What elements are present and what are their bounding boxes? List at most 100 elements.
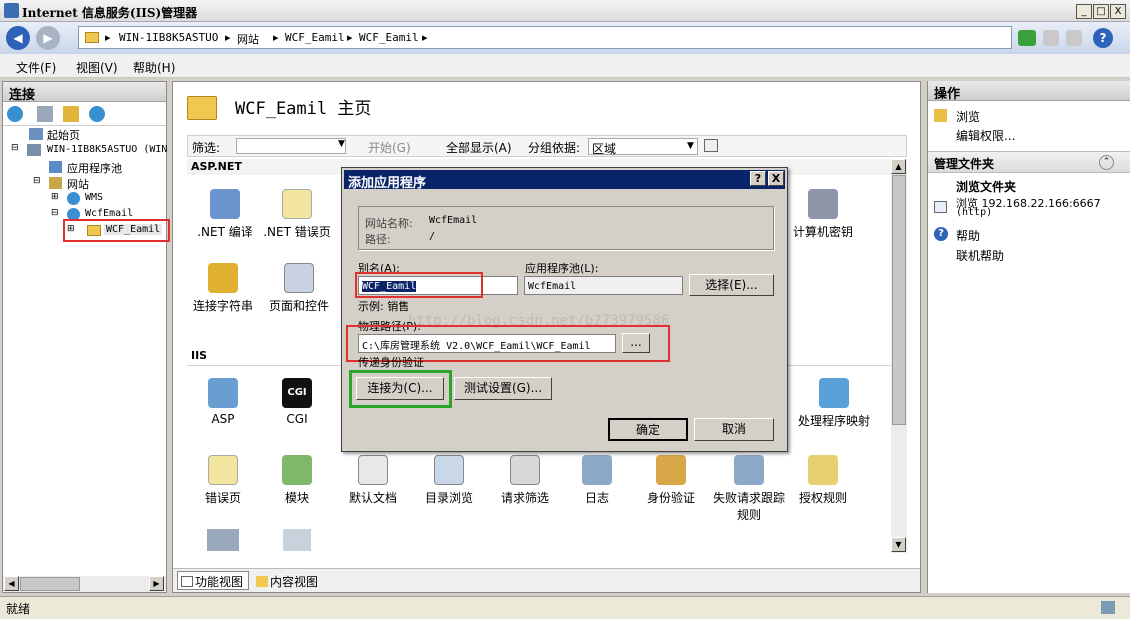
filter-dropdown-arrow[interactable]: ▼	[338, 139, 345, 149]
back-button[interactable]: ◀	[6, 26, 30, 50]
browse-protocol: (http)	[956, 207, 993, 218]
menu-file[interactable]: 文件(F)	[16, 59, 56, 76]
tile-error-pages[interactable]: 错误页	[187, 455, 259, 506]
tile-pages-controls[interactable]: 页面和控件	[263, 263, 335, 314]
tile-machine-key[interactable]: 计算机密钥	[787, 189, 859, 240]
browse-icon	[434, 455, 464, 485]
path-value: /	[429, 231, 436, 242]
forward-button[interactable]: ▶	[36, 26, 60, 50]
tile-logging[interactable]: 日志	[561, 455, 633, 506]
tab-features-view[interactable]: 功能视图	[177, 571, 249, 590]
disconnect-icon[interactable]	[89, 106, 105, 122]
group-label: 分组依据:	[528, 141, 581, 155]
tree-item-app-pools[interactable]: 应用程序池	[67, 160, 122, 176]
tile-cgi[interactable]: CGI CGI	[261, 378, 333, 426]
minimize-button[interactable]: _	[1076, 4, 1092, 19]
help-icon[interactable]: ?	[1093, 28, 1113, 48]
filter-input[interactable]	[236, 138, 346, 154]
tile-authorization-rules[interactable]: 授权规则	[787, 455, 859, 506]
scroll-thumb[interactable]	[892, 175, 906, 425]
actions-pane: 操作 浏览 编辑权限... 管理文件夹 ⌃ 浏览文件夹 浏览 192.168.2…	[927, 81, 1130, 593]
tile-label: 连接字符串	[192, 299, 253, 313]
tree-item-sites[interactable]: 网站	[67, 176, 89, 192]
menu-help[interactable]: 帮助(H)	[133, 59, 175, 76]
dialog-close-button[interactable]: X	[768, 171, 784, 186]
tile-connection-strings[interactable]: 连接字符串	[187, 263, 259, 314]
tab-label: 内容视图	[270, 575, 319, 589]
action-edit-permissions[interactable]: 编辑权限...	[956, 127, 1015, 144]
tree-item-wcf-eamil[interactable]: WCF_Eamil	[104, 224, 163, 235]
menu-bar: 文件(F) 视图(V) 帮助(H)	[0, 54, 1130, 78]
lock-icon	[808, 455, 838, 485]
breadcrumb-app[interactable]: WCF_Eamil	[359, 31, 419, 44]
scroll-up-button[interactable]: ▲	[891, 159, 906, 174]
tile-authentication[interactable]: 身份验证	[635, 455, 707, 506]
status-text: 就绪	[6, 602, 31, 616]
connect-icon[interactable]	[7, 106, 23, 122]
show-all-button[interactable]: 全部显示(A)	[446, 139, 512, 156]
address-field[interactable]: ▸ WIN-1IB8K5ASTUO ▸ 网站 ▸ WCF_Eamil ▸ WCF…	[78, 26, 1012, 49]
window-title: Internet 信息服务(IIS)管理器	[22, 6, 198, 20]
stop-icon[interactable]	[1043, 30, 1059, 46]
test-settings-button[interactable]: 测试设置(G)...	[454, 377, 552, 400]
expand-toggle[interactable]: ⊞	[67, 224, 75, 234]
connections-toolbar	[3, 102, 166, 126]
breadcrumb-server[interactable]: WIN-1IB8K5ASTUO	[119, 31, 218, 44]
scroll-thumb[interactable]	[20, 577, 80, 591]
connections-pane: 连接 起始页 ⊟ WIN-1IB8K5ASTUO (WIN 应用程序池 ⊟ 网站…	[2, 81, 170, 593]
vertical-scrollbar[interactable]: ▲ ▼	[891, 159, 907, 553]
tile-failed-request-tracing[interactable]: 失败请求跟踪规则	[709, 455, 789, 523]
tree-item-wms[interactable]: WMS	[85, 192, 103, 203]
scroll-left-button[interactable]: ◀	[4, 576, 19, 591]
app-pool-label: 应用程序池(L):	[525, 262, 599, 275]
tree-item-start[interactable]: 起始页	[47, 127, 80, 143]
connect-as-button[interactable]: 连接为(C)...	[356, 377, 444, 400]
tile-net-compile[interactable]: .NET 编译	[189, 189, 261, 240]
collapse-icon[interactable]: ⌃	[1099, 155, 1114, 170]
tile-handler-mappings[interactable]: 处理程序映射	[789, 378, 879, 429]
cancel-button[interactable]: 取消	[694, 418, 774, 441]
breadcrumb-sites[interactable]: 网站	[237, 31, 259, 47]
up-icon[interactable]	[63, 106, 79, 122]
breadcrumb-site[interactable]: WCF_Eamil	[285, 31, 345, 44]
tile-net-error-pages[interactable]: .NET 错误页	[261, 189, 333, 240]
tile-request-filtering[interactable]: 请求筛选	[487, 455, 563, 506]
expand-toggle[interactable]: ⊟	[11, 143, 19, 153]
log-icon	[582, 455, 612, 485]
tile-label: 默认文档	[348, 491, 397, 505]
dialog-help-button[interactable]: ?	[750, 171, 766, 186]
action-browse[interactable]: 浏览	[956, 108, 980, 125]
group-select[interactable]: 区域 ▼	[588, 138, 698, 156]
breadcrumb-arrow: ▸	[422, 31, 428, 44]
save-icon[interactable]	[37, 106, 53, 122]
tile-directory-browsing[interactable]: 目录浏览	[411, 455, 487, 506]
expand-toggle[interactable]: ⊟	[51, 208, 59, 218]
maximize-button[interactable]: □	[1093, 4, 1109, 19]
ok-button[interactable]: 确定	[608, 418, 688, 441]
expand-toggle[interactable]: ⊞	[51, 192, 59, 202]
scroll-right-button[interactable]: ▶	[149, 576, 164, 591]
home-icon[interactable]	[1066, 30, 1082, 46]
tile-modules[interactable]: 模块	[261, 455, 333, 506]
action-help[interactable]: 帮助	[956, 227, 980, 244]
refresh-icon[interactable]	[1018, 30, 1036, 46]
start-filter-button[interactable]: 开始(G)	[368, 139, 411, 156]
folder-icon	[85, 32, 99, 43]
iis-app-icon	[4, 3, 19, 18]
tile-label: 页面和控件	[268, 299, 329, 313]
close-window-button[interactable]: X	[1110, 4, 1126, 19]
expand-toggle[interactable]: ⊟	[33, 176, 41, 186]
tree-item-wcfemail[interactable]: WcfEmail	[85, 208, 133, 219]
action-online-help[interactable]: 联机帮助	[956, 247, 1004, 264]
connections-tree: 起始页 ⊟ WIN-1IB8K5ASTUO (WIN 应用程序池 ⊟ 网站 ⊞ …	[3, 126, 170, 576]
example-text: 示例: 销售	[358, 300, 410, 313]
select-pool-button[interactable]: 选择(E)...	[689, 274, 774, 296]
tile-default-document[interactable]: 默认文档	[335, 455, 411, 506]
horizontal-scrollbar[interactable]: ◀ ▶	[3, 576, 166, 592]
menu-view[interactable]: 视图(V)	[76, 59, 118, 76]
tab-content-view[interactable]: 内容视图	[253, 572, 329, 590]
tree-item-server[interactable]: WIN-1IB8K5ASTUO (WIN	[47, 144, 167, 155]
scroll-down-button[interactable]: ▼	[891, 537, 906, 552]
view-mode-icon[interactable]	[704, 139, 718, 152]
tile-asp[interactable]: ASP	[187, 378, 259, 426]
